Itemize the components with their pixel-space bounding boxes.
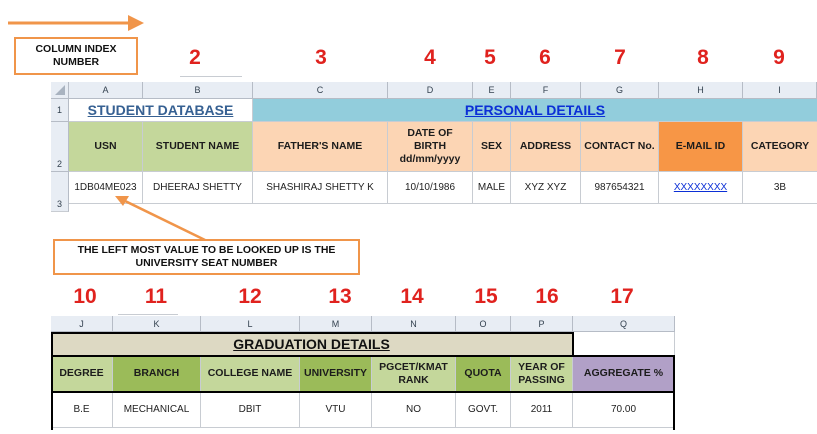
email-header[interactable]: E-MAIL ID — [659, 122, 743, 172]
address-header[interactable]: ADDRESS — [511, 122, 581, 172]
column-header-N[interactable]: N — [372, 316, 456, 332]
aggregate-value[interactable]: 70.00 — [573, 392, 675, 428]
category-header[interactable]: CATEGORY — [743, 122, 817, 172]
address-value[interactable]: XYZ XYZ — [511, 172, 581, 204]
graduation-table-border — [51, 332, 573, 430]
column-header-M[interactable]: M — [300, 316, 372, 332]
column-number: 17 — [610, 285, 634, 308]
column-index-arrow — [8, 15, 144, 31]
bottom-spreadsheet: J K L M N O P Q GRADUATION DETAILS DEGRE… — [51, 316, 675, 434]
column-header-I[interactable]: I — [743, 82, 817, 99]
column-number: 8 — [697, 46, 709, 69]
lookup-callout: THE LEFT MOST VALUE TO BE LOOKED UP IS T… — [53, 239, 360, 275]
column-number: 5 — [484, 46, 496, 69]
row-header-2[interactable]: 2 — [51, 122, 69, 172]
email-value-cell[interactable]: XXXXXXXX — [659, 172, 743, 204]
select-all-corner[interactable] — [51, 82, 69, 99]
column-header-D[interactable]: D — [388, 82, 473, 99]
student-name-header[interactable]: STUDENT NAME — [143, 122, 253, 172]
usn-pointer-arrow — [115, 196, 206, 242]
date-of-birth-value[interactable]: 10/10/1986 — [388, 172, 473, 204]
column-header-A[interactable]: A — [69, 82, 143, 99]
column-header-C[interactable]: C — [253, 82, 388, 99]
lookup-callout-text: THE LEFT MOST VALUE TO BE LOOKED UP IS T… — [77, 244, 336, 269]
contact-value[interactable]: 987654321 — [581, 172, 659, 204]
graduation-title-bottom-border — [51, 355, 675, 357]
column-number: 7 — [614, 46, 626, 69]
column-index-callout: COLUMN INDEX NUMBER — [14, 37, 138, 75]
fathers-name-header[interactable]: FATHER'S NAME — [253, 122, 388, 172]
student-database-title-text: STUDENT DATABASE — [87, 102, 234, 118]
personal-details-title[interactable]: PERSONAL DETAILS — [253, 99, 817, 122]
column-number: 3 — [315, 46, 327, 69]
column-number: 10 — [73, 285, 97, 308]
sex-header[interactable]: SEX — [473, 122, 511, 172]
column-number: 13 — [328, 285, 352, 308]
column-header-F[interactable]: F — [511, 82, 581, 99]
sex-value[interactable]: MALE — [473, 172, 511, 204]
column-number: 14 — [400, 285, 424, 308]
column-header-J[interactable]: J — [51, 316, 113, 332]
column-header-H[interactable]: H — [659, 82, 743, 99]
column-number: 15 — [474, 285, 498, 308]
graduation-header-bottom-border — [51, 391, 675, 393]
graduation-right-border — [673, 356, 675, 430]
column-number-underline — [180, 76, 242, 77]
column-number: 2 — [189, 46, 201, 69]
personal-details-title-text: PERSONAL DETAILS — [464, 102, 606, 118]
corner-triangle-icon — [54, 85, 65, 95]
column-number: 11 — [144, 285, 168, 308]
column-header-E[interactable]: E — [473, 82, 511, 99]
fathers-name-value[interactable]: SHASHIRAJ SHETTY K — [253, 172, 388, 204]
column-number-underline — [118, 314, 178, 315]
row-header-1[interactable]: 1 — [51, 99, 69, 122]
column-index-label: COLUMN INDEX NUMBER — [35, 43, 117, 68]
column-header-L[interactable]: L — [201, 316, 300, 332]
column-header-G[interactable]: G — [581, 82, 659, 99]
column-header-O[interactable]: O — [456, 316, 511, 332]
column-number: 6 — [539, 46, 551, 69]
column-number: 9 — [773, 46, 785, 69]
row-header-3[interactable]: 3 — [51, 172, 69, 212]
graduation-mid-border — [572, 332, 574, 356]
column-header-Q[interactable]: Q — [573, 316, 675, 332]
contact-header[interactable]: CONTACT No. — [581, 122, 659, 172]
email-link[interactable]: XXXXXXXX — [674, 182, 727, 193]
column-header-B[interactable]: B — [143, 82, 253, 99]
column-header-P[interactable]: P — [511, 316, 573, 332]
aggregate-header[interactable]: AGGREGATE % — [573, 356, 675, 392]
column-header-K[interactable]: K — [113, 316, 201, 332]
category-value[interactable]: 3B — [743, 172, 817, 204]
column-number: 4 — [424, 46, 436, 69]
empty-cell[interactable] — [573, 332, 675, 356]
student-database-title[interactable]: STUDENT DATABASE — [69, 99, 253, 122]
usn-header[interactable]: USN — [69, 122, 143, 172]
date-of-birth-header[interactable]: DATE OF BIRTH dd/mm/yyyy — [388, 122, 473, 172]
column-number: 16 — [535, 285, 559, 308]
column-number: 12 — [238, 285, 262, 308]
